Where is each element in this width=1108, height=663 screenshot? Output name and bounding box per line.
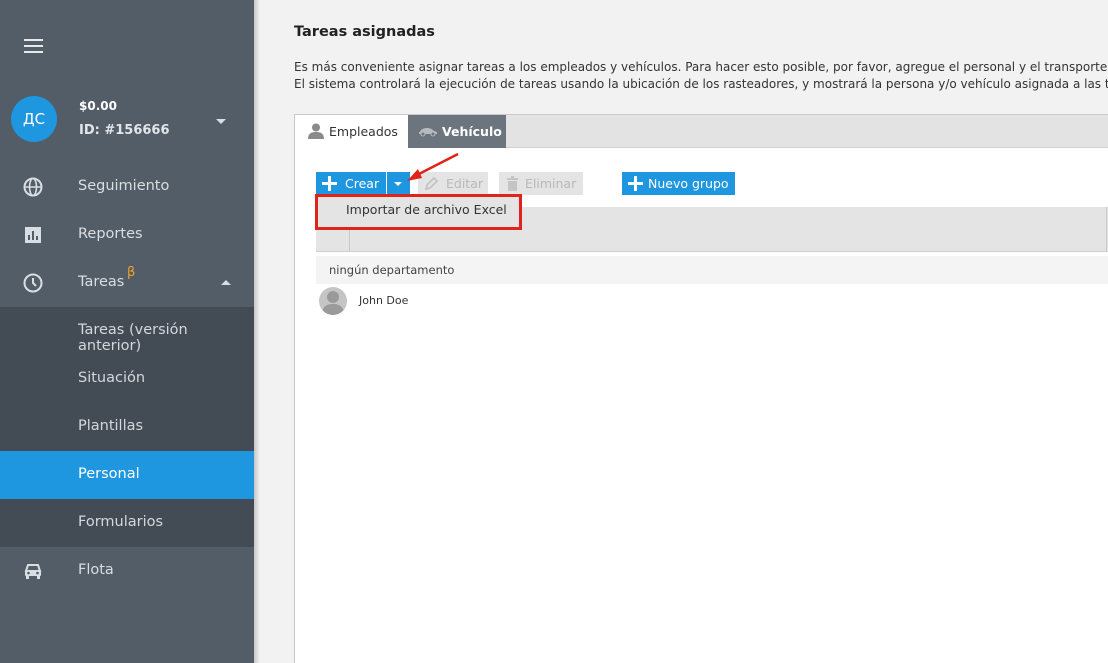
sidebar-item-tareas-anterior[interactable]: Tareas (versión anterior) <box>0 307 254 355</box>
tab-label: Vehículo <box>442 124 502 139</box>
person-avatar-icon <box>319 287 347 315</box>
page-description: Es más conveniente asignar tareas a los … <box>294 59 1108 93</box>
plus-icon <box>628 176 643 191</box>
employee-name: John Doe <box>359 294 409 307</box>
group-label: ningún departamento <box>329 263 455 277</box>
sidebar-item-label: Seguimiento <box>78 178 170 194</box>
sidebar-item-label: Flota <box>78 562 114 578</box>
create-button[interactable]: Crear <box>316 172 386 195</box>
sidebar-item-situacion[interactable]: Situación <box>0 355 254 403</box>
clock-icon <box>23 273 43 293</box>
menu-icon[interactable] <box>24 39 43 53</box>
new-group-button-label: Nuevo grupo <box>648 176 729 191</box>
tab-vehiculo[interactable]: Vehículo <box>408 115 506 148</box>
person-icon <box>308 123 324 139</box>
sidebar-item-formularios[interactable]: Formularios <box>0 499 254 547</box>
account-panel[interactable]: ДС $0.00 ID: #156666 <box>0 84 254 158</box>
globe-icon <box>23 177 43 197</box>
annotation-arrow-icon <box>407 152 459 181</box>
balance: $0.00 <box>79 99 117 113</box>
group-row[interactable]: ningún departamento <box>316 256 1108 284</box>
car-icon <box>24 564 42 579</box>
chevron-up-icon[interactable] <box>221 280 231 285</box>
create-button-label: Crear <box>345 176 380 191</box>
sidebar-item-flota[interactable]: Flota <box>0 547 254 595</box>
sidebar-item-label: Formularios <box>78 514 164 530</box>
trash-icon <box>507 176 518 191</box>
tabs-bar: Empleados Vehículo <box>295 115 1108 148</box>
sidebar-shadow <box>254 0 260 663</box>
sidebar-item-label: Tareas (versión anterior) <box>78 322 188 354</box>
car-icon <box>419 128 437 137</box>
delete-button[interactable]: Eliminar <box>499 172 583 195</box>
sidebar-item-tareas[interactable]: Tareas β <box>0 259 254 307</box>
sidebar-item-label: Tareas <box>78 274 125 290</box>
tab-empleados[interactable]: Empleados <box>295 115 408 148</box>
sidebar-item-label: Plantillas <box>78 418 144 434</box>
account-id: ID: #156666 <box>79 123 170 138</box>
page-title: Tareas asignadas <box>294 24 435 40</box>
avatar[interactable]: ДС <box>11 96 57 142</box>
sidebar-item-label: Personal <box>78 466 140 482</box>
tab-label: Empleados <box>329 124 398 139</box>
sidebar-item-seguimiento[interactable]: Seguimiento <box>0 163 254 211</box>
sidebar-item-personal[interactable]: Personal <box>0 451 254 499</box>
delete-button-label: Eliminar <box>525 176 577 191</box>
highlight-annotation <box>315 194 522 230</box>
employees-panel: Empleados Vehículo Crear Editar Eliminar <box>294 114 1108 663</box>
bar-chart-icon <box>25 227 41 243</box>
new-group-button[interactable]: Nuevo grupo <box>622 172 735 195</box>
plus-icon <box>322 176 337 191</box>
sidebar-item-plantillas[interactable]: Plantillas <box>0 403 254 451</box>
sidebar-item-label: Situación <box>78 370 146 386</box>
sidebar-item-reportes[interactable]: Reportes <box>0 211 254 259</box>
description-line: Es más conveniente asignar tareas a los … <box>294 60 1108 74</box>
beta-badge: β <box>127 265 136 280</box>
chevron-down-icon[interactable] <box>216 119 226 124</box>
column-divider <box>1106 207 1107 252</box>
table-row[interactable]: John Doe <box>316 284 1108 318</box>
description-line: El sistema controlará la ejecución de ta… <box>294 77 1108 91</box>
sidebar: ДС $0.00 ID: #156666 Seguimiento Reporte… <box>0 0 254 663</box>
sidebar-item-label: Reportes <box>78 226 143 242</box>
